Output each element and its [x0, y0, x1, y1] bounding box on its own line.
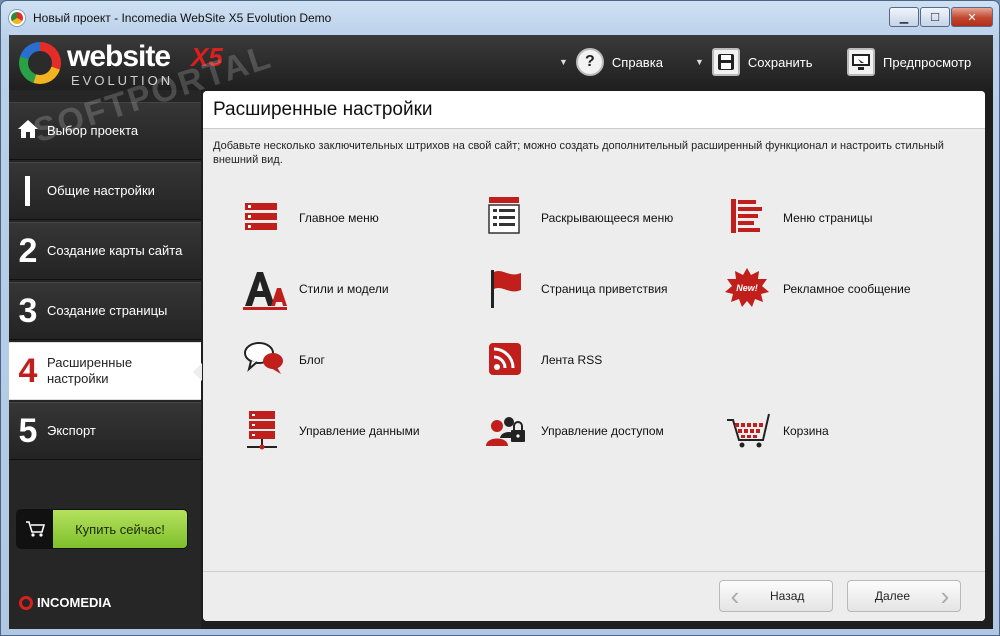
- tile-label: Блог: [299, 353, 325, 367]
- window-controls: ▁ ☐ ✕: [888, 7, 993, 27]
- advanced-settings-panel: Расширенные настройки Добавьте несколько…: [203, 91, 985, 621]
- tile-label: Главное меню: [299, 211, 379, 225]
- tile-data-management[interactable]: Управление данными: [241, 408, 481, 454]
- sidebar-item-sitemap[interactable]: 2 Создание карты сайта: [9, 222, 201, 280]
- tile-label: Меню страницы: [783, 211, 873, 225]
- page-menu-icon: [725, 195, 773, 241]
- tile-cart[interactable]: Корзина: [725, 408, 965, 454]
- tile-label: Управление данными: [299, 424, 420, 438]
- tile-label: Лента RSS: [541, 353, 603, 367]
- logo-sub-text: EVOLUTION: [71, 73, 174, 88]
- tile-label: Рекламное сообщение: [783, 282, 911, 296]
- panel-header: Расширенные настройки: [203, 91, 985, 129]
- incomedia-o-icon: [19, 595, 33, 610]
- window-title: Новый проект - Incomedia WebSite X5 Evol…: [33, 11, 332, 25]
- cart-icon: [725, 408, 773, 454]
- save-label: Сохранить: [747, 54, 813, 70]
- back-button[interactable]: ‹ Назад: [719, 580, 833, 612]
- sidebar-item-page-creation[interactable]: 3 Создание страницы: [9, 282, 201, 340]
- cart-icon: [17, 510, 53, 548]
- rss-icon: [483, 337, 531, 383]
- sidebar-item-export[interactable]: 5 Экспорт: [9, 402, 201, 460]
- blog-bubbles-icon: [241, 337, 289, 383]
- sidebar-item-label: Выбор проекта: [47, 123, 139, 138]
- buy-now-button[interactable]: Купить сейчас!: [17, 510, 187, 548]
- app-logo-icon: [9, 10, 25, 26]
- step-number-4: 4: [18, 351, 38, 390]
- tile-styles[interactable]: Стили и модели: [241, 266, 481, 312]
- next-label: Далее: [874, 589, 910, 603]
- panel-description: Добавьте несколько заключительных штрихо…: [213, 140, 944, 166]
- home-icon: [9, 119, 47, 144]
- tile-label: Страница приветствия: [541, 282, 668, 296]
- sidebar-item-label: Общие настройки: [47, 183, 155, 198]
- database-icon: [241, 408, 289, 454]
- incomedia-logo: INCOMEDIA: [19, 595, 111, 610]
- steps-sidebar: Выбор проекта Общие настройки 2 Создание…: [9, 90, 202, 629]
- step-number-1: [25, 176, 30, 206]
- incomedia-text: INCOMEDIA: [37, 595, 112, 610]
- sidebar-item-label: Экспорт: [47, 423, 96, 438]
- step-number-5: 5: [18, 411, 38, 450]
- access-users-icon: [483, 408, 531, 454]
- sidebar-item-label: Расширенные настройки: [47, 355, 133, 386]
- chevron-right-icon: ›: [940, 581, 950, 611]
- close-button[interactable]: ✕: [951, 7, 993, 27]
- buy-now-label: Купить сейчас!: [53, 510, 187, 548]
- close-icon: ✕: [967, 11, 977, 24]
- floppy-icon: [711, 48, 740, 76]
- question-icon: ?: [575, 48, 604, 76]
- page-title: Расширенные настройки: [213, 99, 433, 120]
- tile-access-management[interactable]: Управление доступом: [483, 408, 723, 454]
- next-button[interactable]: Далее ›: [847, 580, 961, 612]
- tile-welcome-page[interactable]: Страница приветствия: [483, 266, 723, 312]
- sidebar-item-label: Создание страницы: [47, 303, 168, 318]
- tile-label: Управление доступом: [541, 424, 664, 438]
- app-window: Новый проект - Incomedia WebSite X5 Evol…: [0, 0, 1000, 636]
- step-number-3: 3: [18, 291, 38, 330]
- chevron-left-icon: ‹: [730, 581, 740, 611]
- caret-down-icon[interactable]: ▼: [559, 57, 568, 67]
- tile-promo-message[interactable]: New! Рекламное сообщение: [725, 266, 965, 312]
- tile-label: Стили и модели: [299, 282, 389, 296]
- logo-ring-icon: [19, 42, 61, 84]
- sidebar-item-label: Создание карты сайта: [47, 243, 183, 258]
- top-toolbar: website X5 EVOLUTION ▼ ? Справка ▼ Сохра…: [9, 35, 993, 90]
- help-label: Справка: [611, 54, 663, 70]
- new-badge-icon: New!: [725, 266, 773, 312]
- preview-label: Предпросмотр: [883, 54, 972, 70]
- sidebar-item-general-settings[interactable]: Общие настройки: [9, 162, 201, 220]
- minimize-icon: ▁: [899, 11, 909, 24]
- styles-icon: [241, 266, 289, 312]
- tile-label: Корзина: [783, 424, 829, 438]
- title-bar[interactable]: Новый проект - Incomedia WebSite X5 Evol…: [1, 1, 999, 35]
- flag-icon: [483, 266, 531, 312]
- panel-footer: ‹ Назад Далее ›: [203, 571, 985, 621]
- tile-main-menu[interactable]: Главное меню: [241, 195, 481, 241]
- tile-dropdown-menu[interactable]: Раскрывающееся меню: [483, 195, 723, 241]
- app-area: website X5 EVOLUTION ▼ ? Справка ▼ Сохра…: [9, 35, 993, 629]
- logo-x5-text: X5: [191, 42, 223, 72]
- tile-page-menu[interactable]: Меню страницы: [725, 195, 965, 241]
- tile-rss-feed[interactable]: Лента RSS: [483, 337, 723, 383]
- website-x5-logo: website X5 EVOLUTION: [19, 40, 239, 90]
- sidebar-item-advanced-settings[interactable]: 4 Расширенные настройки: [9, 342, 202, 400]
- monitor-icon: [847, 48, 875, 76]
- dropdown-menu-icon: [483, 195, 531, 241]
- step-number-2: 2: [18, 231, 38, 270]
- new-badge-text: New!: [736, 283, 758, 293]
- sidebar-item-project-select[interactable]: Выбор проекта: [9, 102, 201, 160]
- help-button[interactable]: ▼ ? Справка: [559, 45, 663, 79]
- maximize-icon: ☐: [930, 11, 940, 24]
- logo-main-text: website: [67, 40, 171, 73]
- tile-blog[interactable]: Блог: [241, 337, 481, 383]
- preview-button[interactable]: Предпросмотр: [847, 45, 971, 79]
- caret-down-icon[interactable]: ▼: [695, 57, 704, 67]
- maximize-button[interactable]: ☐: [920, 7, 950, 27]
- back-label: Назад: [770, 589, 805, 603]
- main-menu-icon: [241, 195, 289, 241]
- save-button[interactable]: ▼ Сохранить: [695, 45, 813, 79]
- minimize-button[interactable]: ▁: [889, 7, 919, 27]
- tile-label: Раскрывающееся меню: [541, 211, 674, 225]
